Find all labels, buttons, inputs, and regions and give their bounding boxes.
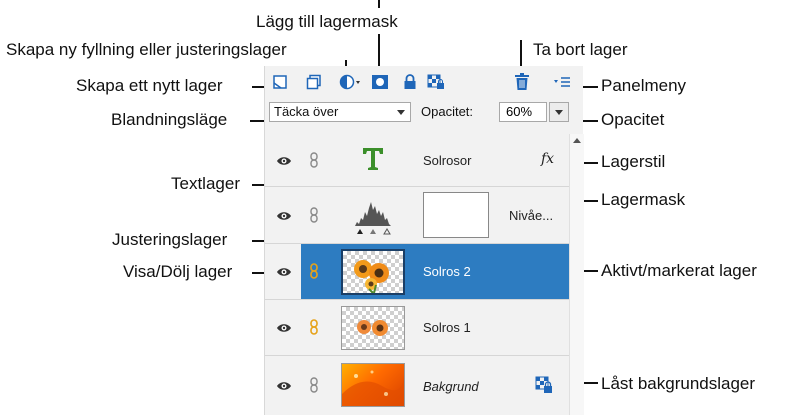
link-icon[interactable] — [309, 263, 319, 279]
new-fill-adjustment-icon[interactable] — [339, 73, 363, 91]
layer-row-image[interactable]: Solros 1 — [265, 300, 569, 356]
layer-name: Solrosor — [423, 153, 472, 168]
layer-name: Solros 1 — [423, 320, 471, 335]
eye-icon[interactable] — [276, 155, 292, 167]
opacity-input[interactable]: 60% — [499, 102, 547, 122]
callout-new-layer: Skapa ett nytt lager — [76, 76, 223, 95]
chevron-down-icon — [397, 110, 405, 115]
callout-new-fill-adjustment: Skapa ny fyllning eller justeringslager — [6, 40, 287, 59]
eye-icon[interactable] — [276, 322, 292, 334]
trash-icon[interactable] — [513, 73, 531, 91]
eye-icon[interactable] — [276, 380, 292, 392]
sunflower-image — [357, 320, 388, 336]
panel-menu-icon[interactable] — [553, 73, 571, 91]
layer-name: Bakgrund — [423, 379, 479, 394]
layer-row-background[interactable]: Bakgrund — [265, 356, 569, 415]
callout-locked-background: Låst bakgrundslager — [601, 374, 756, 393]
callout-adjustment-layer: Justeringslager — [112, 230, 228, 249]
layer-mask-thumbnail[interactable] — [423, 192, 489, 238]
panel-toolbar — [265, 66, 583, 96]
opacity-dropdown-button[interactable] — [549, 102, 569, 122]
layers-panel: Täcka över Opacitet: 60% Solrosor fx Niv… — [264, 66, 584, 415]
layer-row-adjustment[interactable]: Nivåe... — [265, 187, 569, 244]
new-layer-icon[interactable] — [271, 73, 289, 91]
link-icon[interactable] — [309, 207, 319, 223]
callout-panel-menu: Panelmeny — [601, 76, 687, 95]
callout-delete-layer: Ta bort lager — [533, 40, 628, 59]
link-icon[interactable] — [309, 152, 319, 168]
callout-blend-mode: Blandningsläge — [111, 110, 228, 129]
layer-thumbnail[interactable] — [341, 249, 405, 295]
text-layer-icon — [363, 148, 383, 170]
leader-add-layer-mask — [378, 0, 380, 8]
blend-mode-select[interactable]: Täcka över — [269, 102, 411, 122]
options-row: Täcka över Opacitet: 60% — [265, 96, 583, 128]
layer-style-fx-icon[interactable]: fx — [541, 151, 554, 167]
orange-petals-image — [342, 370, 404, 406]
eye-icon[interactable] — [276, 210, 292, 222]
new-group-icon[interactable] — [305, 73, 323, 91]
callout-layer-style: Lagerstil — [601, 152, 666, 171]
callout-show-hide: Visa/Dölj lager — [123, 262, 233, 281]
lock-all-icon[interactable] — [401, 73, 419, 91]
chevron-down-icon — [555, 110, 563, 115]
opacity-label: Opacitet: — [421, 104, 474, 119]
layer-name: Solros 2 — [423, 264, 471, 279]
sunflower-image — [354, 260, 389, 294]
lock-icon[interactable] — [535, 376, 553, 394]
callout-active-layer: Aktivt/markerat lager — [601, 261, 757, 280]
scroll-up-icon[interactable] — [573, 138, 581, 143]
blend-mode-value: Täcka över — [274, 104, 339, 119]
layer-list: Solrosor fx Nivåe... Solros 2 Solros 1 B… — [265, 134, 569, 415]
link-icon[interactable] — [309, 377, 319, 393]
callout-add-layer-mask: Lägg till lagermask — [256, 12, 398, 31]
link-icon[interactable] — [309, 319, 319, 335]
levels-histogram-icon — [355, 202, 391, 235]
callout-text-layer: Textlager — [171, 174, 240, 193]
lock-transparency-icon[interactable] — [427, 73, 445, 91]
add-layer-mask-icon[interactable] — [371, 73, 389, 91]
layer-row-active[interactable]: Solros 2 — [265, 244, 569, 300]
layer-row-text[interactable]: Solrosor fx — [265, 134, 569, 187]
callout-layer-mask: Lagermask — [601, 190, 686, 209]
eye-icon[interactable] — [276, 266, 292, 278]
callout-opacity: Opacitet — [601, 110, 665, 129]
scrollbar[interactable] — [569, 134, 584, 415]
layer-thumbnail[interactable] — [341, 306, 405, 350]
layer-thumbnail[interactable] — [341, 363, 405, 407]
layer-name: Nivåe... — [509, 208, 554, 223]
